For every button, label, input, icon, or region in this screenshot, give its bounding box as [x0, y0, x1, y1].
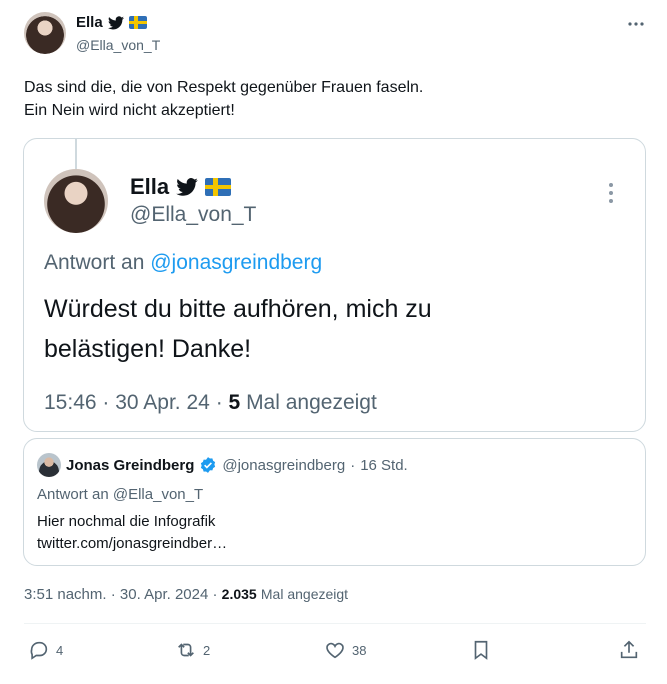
image-reply-line: Antwort an @jonasgreindberg [44, 251, 322, 275]
image-time: 15:46 [44, 391, 97, 414]
thread-line [75, 139, 77, 169]
separator: · [215, 391, 223, 414]
image-more-icon [606, 181, 616, 205]
quoted-reply-line: Antwort an @Ella_von_T [37, 486, 204, 503]
image-author-name: Ella [130, 174, 170, 199]
quoted-link[interactable]: twitter.com/jonasgreindber… [37, 533, 227, 555]
author-handle[interactable]: @Ella_von_T [76, 37, 160, 53]
bookmark-button[interactable] [470, 639, 492, 661]
image-reply-prefix: Antwort an [44, 251, 145, 274]
repost-button[interactable]: 2 [175, 639, 210, 661]
separator: · [350, 456, 356, 474]
divider [24, 623, 646, 624]
repost-icon [178, 643, 194, 657]
image-author-avatar [44, 169, 108, 233]
post-view-count[interactable]: 2.035 [222, 586, 257, 602]
author-name[interactable]: Ella [76, 14, 103, 31]
verified-badge-icon [201, 457, 216, 473]
quoted-avatar [37, 453, 61, 477]
sweden-flag-icon [128, 16, 147, 29]
quoted-author-handle: @jonasgreindberg [222, 456, 346, 474]
embedded-image[interactable]: Ella @Ella_von_T Antwort an @jonasgreind… [23, 138, 646, 432]
post-date[interactable]: 30. Apr. 2024 [120, 586, 208, 603]
reply-icon [30, 641, 48, 660]
quoted-time-ago: 16 Std. [360, 456, 408, 474]
post-time[interactable]: 3:51 nachm. [24, 586, 107, 603]
image-meta: 15:46 · 30 Apr. 24 · 5 Mal angezeigt [44, 391, 377, 415]
share-button[interactable] [618, 639, 640, 661]
image-view-count: 5 [228, 391, 241, 414]
bookmark-icon [474, 640, 488, 660]
image-author-handle: @Ella_von_T [130, 203, 257, 226]
share-icon [620, 640, 638, 659]
post-text: Das sind die, die von Respekt gegenüber … [24, 76, 644, 122]
twitter-bird-icon [107, 15, 124, 29]
like-button[interactable]: 38 [324, 639, 366, 661]
image-views-label: Mal angezeigt [246, 391, 377, 414]
separator: · [110, 586, 116, 603]
reply-button[interactable]: 4 [28, 639, 63, 661]
post-meta: 3:51 nachm. · 30. Apr. 2024 · 2.035 Mal … [24, 586, 348, 603]
like-count: 38 [352, 642, 367, 658]
sweden-flag-icon [205, 178, 232, 196]
quoted-author-row: Jonas Greindberg @jonasgreindberg · 16 S… [37, 453, 408, 477]
quoted-text: Hier nochmal die Infografik twitter.com/… [37, 511, 227, 555]
image-date: 30 Apr. 24 [115, 391, 210, 414]
post-text-line: Das sind die, die von Respekt gegenüber … [24, 79, 424, 96]
separator: · [102, 391, 110, 414]
separator: · [212, 586, 218, 603]
heart-icon [326, 642, 344, 659]
author-name-row[interactable]: Ella [76, 14, 147, 31]
quoted-author-name[interactable]: Jonas Greindberg [66, 457, 194, 474]
image-text-line: Würdest du bitte aufhören, mich zu [44, 295, 432, 323]
repost-count: 2 [203, 642, 211, 658]
quoted-text-line: Hier nochmal die Infografik [37, 513, 216, 530]
post-text-line: Ein Nein wird nicht akzeptiert! [24, 102, 235, 119]
quoted-tweet[interactable]: Jonas Greindberg @jonasgreindberg · 16 S… [23, 438, 646, 566]
twitter-bird-icon [176, 178, 198, 196]
image-text: Würdest du bitte aufhören, mich zu beläs… [44, 289, 432, 369]
author-avatar[interactable] [24, 12, 66, 54]
post-views-label[interactable]: Mal angezeigt [261, 586, 348, 602]
more-options-icon[interactable] [626, 14, 646, 34]
image-reply-mention: @jonasgreindberg [150, 251, 323, 274]
image-author-name-row: Ella [130, 174, 232, 200]
image-text-line: belästigen! Danke! [44, 335, 252, 363]
reply-count: 4 [56, 642, 64, 658]
